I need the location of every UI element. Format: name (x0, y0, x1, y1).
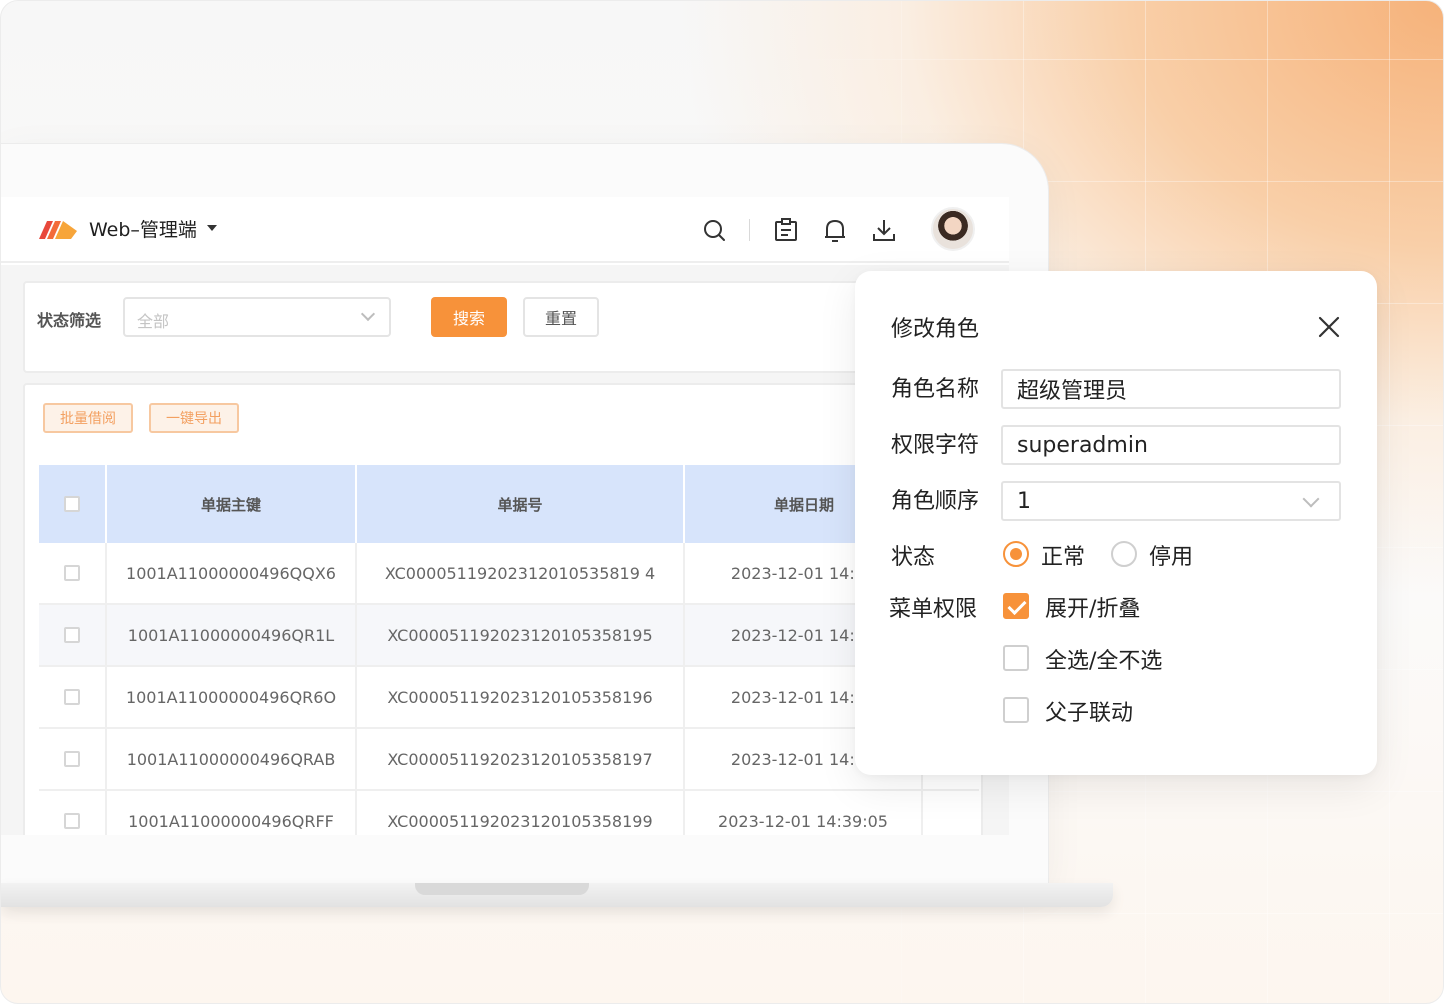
background-canvas: Web–管理端 状态筛选 全部 搜索 重置 批量借阅 一键导出 单据主键 单据号… (0, 0, 1444, 1004)
cell-id: 1001A11000000496QQX6 (107, 543, 357, 603)
permission-key-input[interactable]: superadmin (1001, 425, 1341, 465)
table-row[interactable]: 1001A11000000496QR6O XC00005119202312010… (39, 667, 979, 729)
role-name-input[interactable]: 超级管理员 (1001, 369, 1341, 409)
status-normal-radio[interactable] (1003, 541, 1029, 567)
column-header[interactable]: 单据号 (357, 465, 685, 543)
cell-id: 1001A11000000496QR1L (107, 605, 357, 665)
cell-id: 1001A11000000496QRAB (107, 729, 357, 789)
parent-child-linkage-checkbox[interactable] (1003, 697, 1029, 723)
cell-no: XC000051192023120105358195 (357, 605, 685, 665)
status-filter-label: 状态筛选 (37, 311, 102, 330)
role-order-label: 角色顺序 (891, 489, 980, 514)
cell-no: XC000051192023120105358199 (357, 791, 685, 835)
parent-child-linkage-label: 父子联动 (1045, 701, 1134, 726)
expand-collapse-label: 展开/折叠 (1045, 597, 1141, 622)
permission-key-label: 权限字符 (891, 433, 980, 458)
row-checkbox[interactable] (64, 689, 80, 705)
top-navbar: Web–管理端 (1, 197, 1009, 263)
header-checkbox-cell (39, 465, 107, 543)
cell-id: 1001A11000000496QR6O (107, 667, 357, 727)
table-row[interactable]: 1001A11000000496QRFF XC00005119202312010… (39, 791, 979, 835)
table-row[interactable]: 1001A11000000496QRAB XC00005119202312010… (39, 729, 979, 791)
laptop-notch (415, 883, 589, 895)
select-placeholder: 全部 (137, 312, 170, 331)
dialog-title: 修改角色 (891, 317, 980, 342)
cell-date: 2023-12-01 14:39:05 (685, 791, 923, 835)
row-checkbox-cell (39, 543, 107, 603)
row-checkbox[interactable] (64, 565, 80, 581)
status-filter-select[interactable]: 全部 (123, 297, 391, 337)
menu-permission-label: 菜单权限 (889, 597, 978, 622)
app-logo-icon (39, 221, 77, 239)
clipboard-icon[interactable] (773, 217, 799, 243)
cell-no: XC000051192023120105358196 (357, 667, 685, 727)
export-button[interactable]: 一键导出 (149, 403, 239, 433)
chevron-down-icon (360, 306, 376, 322)
table-header: 单据主键 单据号 单据日期 (39, 465, 979, 543)
user-avatar[interactable] (931, 207, 975, 251)
cell-id: 1001A11000000496QRFF (107, 791, 357, 835)
table-panel: 批量借阅 一键导出 单据主键 单据号 单据日期 1001A11000000496… (23, 383, 983, 835)
row-checkbox[interactable] (64, 627, 80, 643)
cell-no: XC000051192023120105358197 (357, 729, 685, 789)
table-row[interactable]: 1001A11000000496QQX6 XC00005119202312010… (39, 543, 979, 605)
row-checkbox[interactable] (64, 813, 80, 829)
filter-panel: 状态筛选 全部 搜索 重置 (23, 281, 923, 373)
status-disabled-radio[interactable] (1111, 541, 1137, 567)
app-title[interactable]: Web–管理端 (89, 215, 197, 242)
chevron-down-icon (1302, 490, 1320, 508)
role-order-select[interactable]: 1 (1001, 481, 1341, 521)
row-checkbox-cell (39, 667, 107, 727)
row-checkbox[interactable] (64, 751, 80, 767)
status-normal-label: 正常 (1041, 545, 1086, 570)
row-checkbox-cell (39, 605, 107, 665)
status-disabled-label: 停用 (1149, 545, 1194, 570)
reset-button[interactable]: 重置 (523, 297, 599, 337)
bell-icon[interactable] (822, 217, 848, 243)
role-name-label: 角色名称 (891, 377, 980, 402)
download-icon[interactable] (871, 217, 897, 243)
status-label: 状态 (891, 545, 936, 570)
edit-role-dialog: 修改角色 角色名称 超级管理员 权限字符 superadmin 角色顺序 1 状… (855, 271, 1377, 775)
close-icon[interactable] (1317, 315, 1341, 339)
select-all-checkbox[interactable] (1003, 645, 1029, 671)
search-icon[interactable] (701, 217, 727, 243)
role-order-value: 1 (1017, 488, 1031, 514)
caret-down-icon[interactable] (207, 225, 217, 231)
column-header[interactable]: 单据主键 (107, 465, 357, 543)
toolbar-separator (749, 219, 750, 241)
row-checkbox-cell (39, 791, 107, 835)
table-row[interactable]: 1001A11000000496QR1L XC00005119202312010… (39, 605, 979, 667)
search-button[interactable]: 搜索 (431, 297, 507, 337)
select-all-checkbox[interactable] (64, 496, 80, 512)
expand-collapse-checkbox[interactable] (1003, 593, 1029, 619)
select-all-label: 全选/全不选 (1045, 649, 1163, 674)
row-checkbox-cell (39, 729, 107, 789)
cell-no: XC00005119202312010535819 4 (357, 543, 685, 603)
batch-borrow-button[interactable]: 批量借阅 (43, 403, 133, 433)
